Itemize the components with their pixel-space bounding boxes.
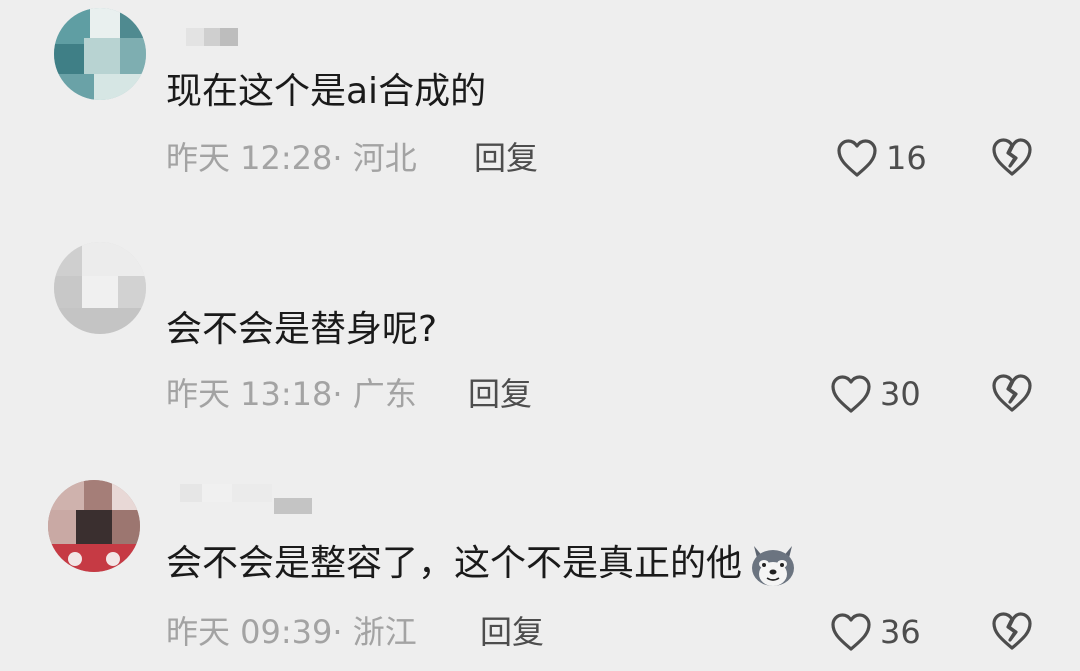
comment-time: 昨天 13:18 bbox=[166, 375, 333, 413]
comment-location: · 河北 bbox=[332, 139, 417, 177]
like-count: 16 bbox=[886, 139, 927, 177]
comment-meta: 昨天 12:28· 河北 bbox=[166, 138, 417, 178]
heart-outline-icon bbox=[831, 613, 871, 651]
dislike-button[interactable] bbox=[990, 610, 1034, 654]
comment-time: 昨天 09:39 bbox=[166, 613, 333, 651]
avatar[interactable] bbox=[54, 242, 146, 334]
heart-outline-icon bbox=[831, 375, 871, 413]
dislike-button[interactable] bbox=[990, 136, 1034, 180]
comment-meta: 昨天 09:39· 浙江 bbox=[166, 612, 417, 652]
reply-button[interactable]: 回复 bbox=[474, 138, 538, 178]
avatar[interactable] bbox=[48, 480, 140, 572]
broken-heart-icon bbox=[992, 374, 1032, 412]
comment-item: 现在这个是ai合成的 昨天 12:28· 河北 回复 16 bbox=[0, 0, 1080, 210]
comment-location: · 浙江 bbox=[332, 613, 417, 651]
reply-button[interactable]: 回复 bbox=[480, 612, 544, 652]
comment-text: 会不会是整容了，这个不是真正的他 bbox=[166, 542, 798, 588]
comment-text-content: 会不会是整容了，这个不是真正的他 bbox=[166, 543, 743, 584]
avatar[interactable] bbox=[54, 8, 146, 100]
comment-item: 会不会是替身呢? 昨天 13:18· 广东 回复 30 bbox=[0, 230, 1080, 440]
like-count: 30 bbox=[880, 375, 921, 413]
comment-text: 现在这个是ai合成的 bbox=[166, 71, 487, 112]
broken-heart-icon bbox=[992, 612, 1032, 650]
comment-location: · 广东 bbox=[332, 375, 417, 413]
dislike-button[interactable] bbox=[990, 372, 1034, 416]
heart-outline-icon bbox=[837, 139, 877, 177]
comment-meta: 昨天 13:18· 广东 bbox=[166, 374, 417, 414]
husky-dog-emoji bbox=[752, 546, 795, 586]
broken-heart-icon bbox=[992, 138, 1032, 176]
like-count: 36 bbox=[880, 613, 921, 651]
comment-text: 会不会是替身呢? bbox=[166, 309, 438, 350]
comment-time: 昨天 12:28 bbox=[166, 139, 333, 177]
comment-item: 会不会是整容了，这个不是真正的他 昨天 09:39· 浙江 回复 36 bbox=[0, 470, 1080, 671]
username-redacted[interactable] bbox=[180, 484, 312, 514]
username-redacted[interactable] bbox=[186, 28, 238, 46]
like-button[interactable]: 30 bbox=[830, 372, 921, 416]
like-button[interactable]: 36 bbox=[830, 610, 921, 654]
like-button[interactable]: 16 bbox=[836, 136, 927, 180]
reply-button[interactable]: 回复 bbox=[468, 374, 532, 414]
